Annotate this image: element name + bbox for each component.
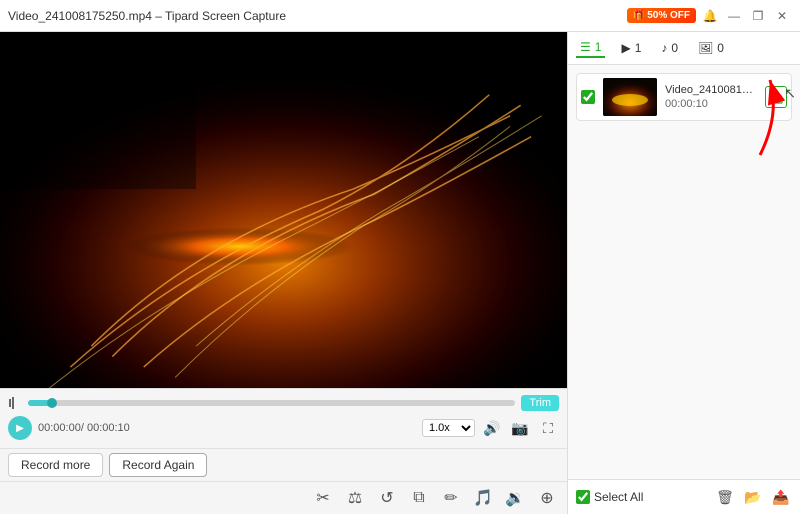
right-panel: ☰ 1 ▶ 1 ♪ 0 🖼 0 <box>567 32 800 514</box>
recording-name: Video_241008175250.mp4 <box>665 84 757 96</box>
more-icon[interactable]: ⊕ <box>535 486 559 510</box>
folder-icon[interactable]: 📂 <box>742 486 764 508</box>
title-bar: Video_241008175250.mp4 – Tipard Screen C… <box>0 0 800 32</box>
bottom-toolbar: ✂ ⚖ ↺ ⧉ ✏ 🎵 🔉 ⊕ <box>0 481 567 514</box>
right-bottom-bar: Select All 🗑 📂 📤 <box>568 479 800 514</box>
export-button[interactable] <box>765 86 787 108</box>
restore-button[interactable]: ❐ <box>748 6 768 26</box>
select-all-area: Select All <box>576 490 643 504</box>
recording-item: Video_241008175250.mp4 00:00:10 <box>576 73 792 121</box>
tab-image-icon: 🖼 <box>698 41 713 55</box>
promo-text: 50% OFF <box>647 10 690 21</box>
title-bar-right: 🎁 50% OFF 🔔 — ❐ ✕ <box>627 6 792 26</box>
action-buttons-row: Record more Record Again <box>0 448 567 481</box>
title-bar-left: Video_241008175250.mp4 – Tipard Screen C… <box>8 9 286 23</box>
tab-video-count: 1 <box>595 40 602 54</box>
video-frame <box>0 32 567 388</box>
rotate-icon[interactable]: ↺ <box>375 486 399 510</box>
gift-icon: 🎁 <box>633 10 645 21</box>
delete-icon[interactable]: 🗑 <box>714 486 736 508</box>
promo-badge[interactable]: 🎁 50% OFF <box>627 8 696 23</box>
cut-icon[interactable]: ✂ <box>311 486 335 510</box>
select-all-checkbox[interactable] <box>576 490 590 504</box>
record-again-button[interactable]: Record Again <box>109 453 207 477</box>
sound-icon[interactable]: 🔉 <box>503 486 527 510</box>
progress-track[interactable] <box>28 400 515 406</box>
export-all-icon[interactable]: 📤 <box>770 486 792 508</box>
tab-play-count: 1 <box>635 41 642 55</box>
tab-image[interactable]: 🖼 0 <box>694 39 728 57</box>
tab-audio[interactable]: ♪ 0 <box>657 39 682 57</box>
audio-icon[interactable]: 🎵 <box>471 486 495 510</box>
minimize-button[interactable]: — <box>724 6 744 26</box>
tab-video[interactable]: ☰ 1 <box>576 38 605 58</box>
speed-select[interactable]: 1.0x 0.5x 0.75x 1.25x 1.5x 2.0x <box>422 419 475 437</box>
left-panel: Trim ▶ 00:00:00/ 00:00:10 1.0x 0.5x 0.75… <box>0 32 567 514</box>
select-all-label: Select All <box>594 490 643 504</box>
copy-icon[interactable]: ⧉ <box>407 486 431 510</box>
close-button[interactable]: ✕ <box>772 6 792 26</box>
controls-area: Trim ▶ 00:00:00/ 00:00:10 1.0x 0.5x 0.75… <box>0 388 567 448</box>
play-button[interactable]: ▶ <box>8 416 32 440</box>
volume-icon[interactable]: 🔊 <box>481 417 503 439</box>
camera-icon[interactable]: 📷 <box>509 417 531 439</box>
record-more-button[interactable]: Record more <box>8 453 103 477</box>
progress-thumb <box>47 398 57 408</box>
progress-icon <box>8 396 22 410</box>
main-container: Trim ▶ 00:00:00/ 00:00:10 1.0x 0.5x 0.75… <box>0 32 800 514</box>
recording-list: Video_241008175250.mp4 00:00:10 ↖ <box>568 65 800 479</box>
tab-play-icon: ▶ <box>621 41 630 55</box>
recording-checkbox[interactable] <box>581 90 595 104</box>
tab-play[interactable]: ▶ 1 <box>617 39 645 57</box>
right-action-icons: 🗑 📂 📤 <box>714 486 792 508</box>
video-player <box>0 32 567 388</box>
edit-icon[interactable]: ✏ <box>439 486 463 510</box>
tab-audio-icon: ♪ <box>661 41 667 55</box>
recording-thumbnail <box>603 78 657 116</box>
tabs-bar: ☰ 1 ▶ 1 ♪ 0 🖼 0 <box>568 32 800 65</box>
tab-video-icon: ☰ <box>580 40 591 54</box>
time-display: 00:00:00/ 00:00:10 <box>38 422 416 434</box>
app-title: Video_241008175250.mp4 – Tipard Screen C… <box>8 9 286 23</box>
trim-button[interactable]: Trim <box>521 395 559 411</box>
progress-bar-container: Trim <box>8 395 559 411</box>
tab-image-count: 0 <box>717 41 724 55</box>
recording-time: 00:00:10 <box>665 98 757 110</box>
playback-controls: ▶ 00:00:00/ 00:00:10 1.0x 0.5x 0.75x 1.2… <box>8 416 559 440</box>
fullscreen-icon[interactable]: ⛶ <box>537 417 559 439</box>
bell-button[interactable]: 🔔 <box>700 6 720 26</box>
recording-info: Video_241008175250.mp4 00:00:10 <box>665 84 757 110</box>
adjust-icon[interactable]: ⚖ <box>343 486 367 510</box>
tab-audio-count: 0 <box>671 41 678 55</box>
